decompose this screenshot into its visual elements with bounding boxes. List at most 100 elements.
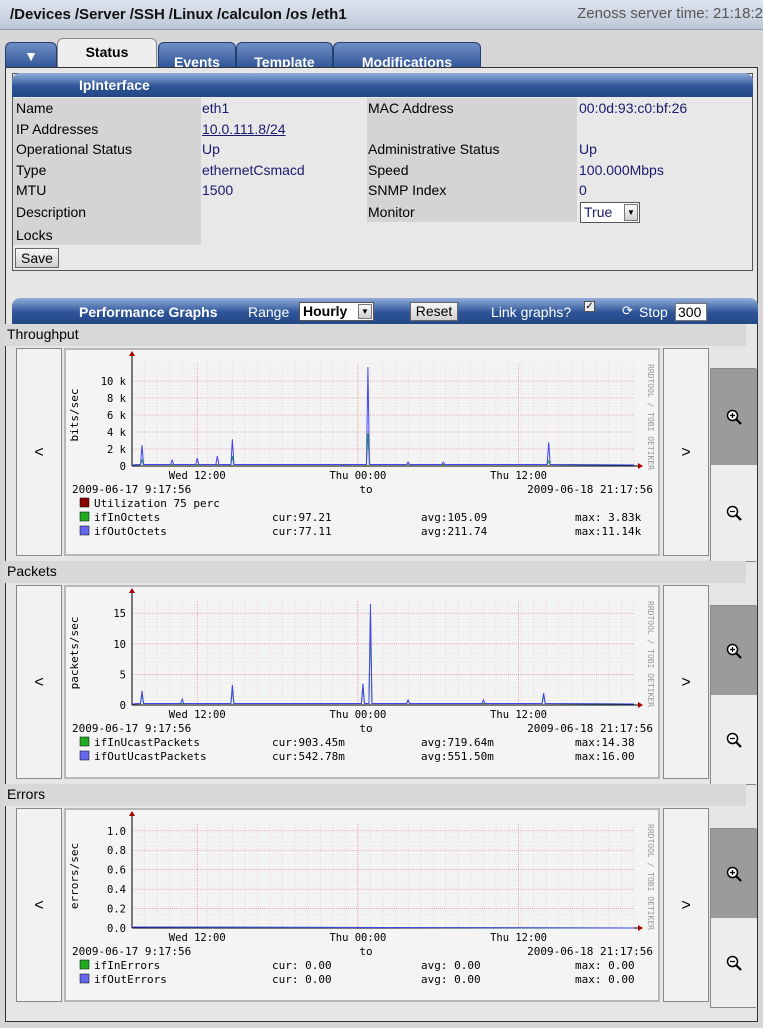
zoom-in-button[interactable]	[711, 829, 757, 918]
legend-avg: avg: 0.00	[421, 973, 481, 986]
name-value: eth1	[202, 100, 230, 116]
y-tick-label: 6 k	[107, 410, 127, 422]
zoom-out-button[interactable]	[711, 465, 757, 561]
save-button[interactable]: Save	[15, 248, 59, 268]
snmp-label: SNMP Index	[368, 182, 447, 198]
chevron-down-icon: ▼	[24, 48, 38, 64]
refresh-interval-input[interactable]: 300	[675, 303, 707, 321]
period-start: 2009-06-17 9:17:56	[72, 483, 191, 496]
mtu-label: MTU	[16, 182, 47, 198]
legend-max: max: 0.00	[575, 973, 635, 986]
prev-graph-button[interactable]: <	[16, 585, 62, 779]
legend-cur: cur: 0.00	[272, 959, 332, 972]
legend-avg: avg:211.74	[421, 525, 488, 538]
breadcrumb-item[interactable]: /os	[286, 6, 308, 23]
description-label: Description	[16, 204, 87, 220]
ip-link[interactable]: 10.0.111.8/24	[202, 121, 286, 137]
y-tick-label: 0.2	[107, 904, 126, 916]
monitor-select[interactable]: True ▼	[580, 202, 640, 223]
period-end: 2009-06-18 21:17:56	[527, 722, 653, 735]
tab-bar: ▼ Status Events Template Modifications	[5, 38, 485, 70]
y-tick-label: 10 k	[101, 376, 127, 388]
range-label: Range	[248, 304, 290, 320]
prev-graph-button[interactable]: <	[16, 348, 62, 556]
mac-label: MAC Address	[368, 100, 454, 116]
period-to: to	[359, 945, 372, 958]
legend-max: max: 0.00	[575, 959, 635, 972]
legend-swatch	[79, 973, 90, 984]
locks-label: Locks	[16, 227, 53, 243]
legend-cur: cur: 0.00	[272, 973, 332, 986]
legend-name: ifInOctets	[94, 511, 160, 524]
period-start: 2009-06-17 9:17:56	[72, 945, 191, 958]
prev-graph-button[interactable]: <	[16, 808, 62, 1002]
y-tick-label: 0.8	[107, 845, 126, 857]
tab-modifications[interactable]: Modifications	[333, 42, 481, 70]
legend-avg: avg:551.50m	[421, 750, 494, 763]
y-tick-label: 0	[120, 700, 126, 712]
y-axis-arrow	[129, 588, 135, 593]
rrdtool-watermark: RRDTOOL / TOBI OETIKER	[646, 364, 655, 470]
monitor-value: True	[584, 204, 613, 220]
y-tick-label: 4 k	[107, 427, 127, 439]
legend-name: ifOutUcastPackets	[94, 750, 207, 763]
breadcrumb-item[interactable]: /eth1	[312, 6, 347, 23]
zoom-control	[710, 605, 757, 785]
reset-button[interactable]: Reset	[410, 302, 458, 321]
panel-title: Performance Graphs	[79, 304, 218, 320]
tab-events[interactable]: Events	[158, 42, 236, 70]
link-graphs-checkbox[interactable]: ✓	[584, 301, 595, 312]
legend-name: Utilization 75 perc	[94, 497, 220, 510]
section-title: Packets	[3, 561, 746, 583]
next-graph-button[interactable]: >	[663, 348, 709, 556]
graph-image: 1.0 0.8 0.6 0.4 0.2 0.0 Wed 12:00 Thu 00:00 Thu …	[64, 808, 660, 1002]
zoom-control	[710, 828, 757, 1008]
period-to: to	[359, 722, 372, 735]
next-graph-button[interactable]: >	[663, 808, 709, 1002]
type-value: ethernetCsmacd	[202, 162, 305, 178]
mac-value: 00:0d:93:c0:bf:26	[579, 100, 688, 116]
breadcrumb-item[interactable]: /Server	[75, 6, 126, 23]
period-start: 2009-06-17 9:17:56	[72, 722, 191, 735]
ipinterface-panel: IpInterface Name eth1 MAC Address 00:0d:…	[12, 73, 753, 271]
chevron-down-icon: ▼	[358, 304, 372, 319]
top-bar: /Devices/Server/SSH/Linux/calculon/os/et…	[0, 0, 763, 30]
section-title: Errors	[3, 784, 746, 806]
range-select[interactable]: Hourly ▼	[299, 302, 374, 321]
x-tick-label: Thu 00:00	[329, 932, 386, 944]
zoom-out-button[interactable]	[711, 695, 757, 784]
tab-menu-button[interactable]: ▼	[5, 42, 57, 70]
breadcrumb-item[interactable]: /Linux	[169, 6, 213, 23]
legend-swatch	[79, 750, 90, 761]
legend-cur: cur:542.78m	[272, 750, 345, 763]
next-graph-button[interactable]: >	[663, 585, 709, 779]
y-axis-label: packets/sec	[68, 617, 81, 690]
opstatus-value: Up	[202, 141, 220, 157]
name-label: Name	[16, 100, 54, 116]
rrd-graph: 15 10 5 0 Wed 12:00 Thu 00:00 Thu 12:00 packets…	[68, 588, 655, 763]
x-tick-label: Thu 00:00	[329, 709, 386, 721]
refresh-icon: ⟳	[622, 303, 633, 318]
y-tick-label: 0.6	[107, 865, 126, 877]
breadcrumb-item[interactable]: /calculon	[217, 6, 282, 23]
rrd-graph: 1.0 0.8 0.6 0.4 0.2 0.0 Wed 12:00 Thu 00:00 Thu …	[68, 811, 655, 986]
y-tick-label: 8 k	[107, 393, 127, 405]
breadcrumb-item[interactable]: /SSH	[130, 6, 165, 23]
performance-header: Performance Graphs Range Hourly ▼ Reset …	[12, 298, 758, 324]
link-graphs-label: Link graphs?	[491, 304, 572, 320]
y-tick-label: 2 k	[107, 444, 127, 456]
tab-status[interactable]: Status	[57, 38, 157, 70]
graph-image: 15 10 5 0 Wed 12:00 Thu 00:00 Thu 12:00 packets…	[64, 585, 660, 779]
zoom-out-button[interactable]	[711, 918, 757, 1007]
legend-avg: avg:719.64m	[421, 736, 494, 749]
range-value: Hourly	[303, 303, 348, 319]
ipinterface-header: IpInterface	[12, 73, 753, 97]
tab-template[interactable]: Template	[236, 42, 333, 70]
x-tick-label: Wed 12:00	[169, 709, 226, 721]
graph-image: 10 k 8 k 6 k 4 k 2 k 0 Wed 12:00 Thu 00:00 Thu 1…	[64, 348, 660, 556]
stop-button[interactable]: Stop	[639, 304, 668, 320]
legend-max: max:11.14k	[575, 525, 642, 538]
breadcrumb-item[interactable]: /Devices	[10, 6, 71, 23]
zoom-in-button[interactable]	[711, 606, 757, 695]
zoom-in-button[interactable]	[711, 369, 757, 465]
